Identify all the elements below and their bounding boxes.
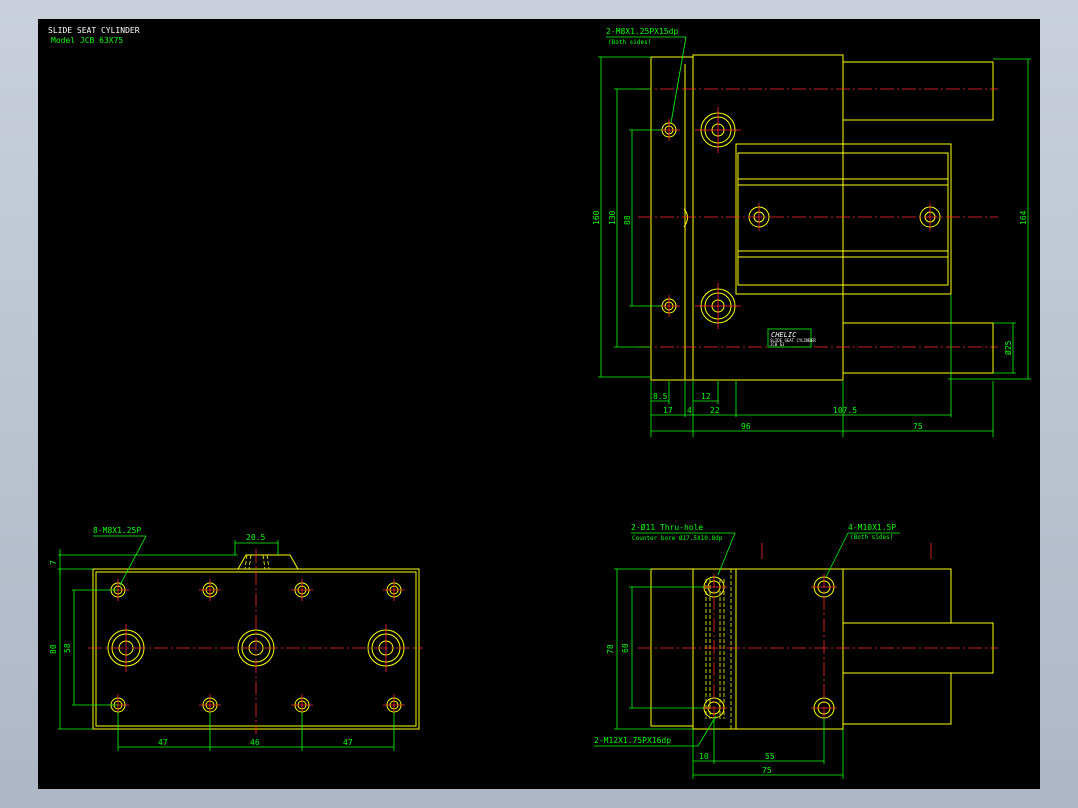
side-end-plate <box>650 568 694 727</box>
drawing-model: Model JCB 63X75 <box>51 36 123 45</box>
dim-12: 12 <box>701 392 711 401</box>
dim-75-side: 75 <box>762 766 772 775</box>
upper-rod <box>842 61 994 121</box>
dim-96: 96 <box>741 422 751 431</box>
dim-17: 17 <box>663 406 673 415</box>
dim-d25: Ø25 <box>1003 340 1013 355</box>
callout-m12: 2-M12X1.75PX16dp <box>594 736 671 745</box>
dim-47-left: 47 <box>158 738 168 747</box>
dim-80: 80 <box>49 644 58 654</box>
dim-130: 130 <box>608 210 617 225</box>
callout-both-sides: (Both sides) <box>608 39 651 46</box>
dim-8-5: 8.5 <box>653 392 668 401</box>
dim-60: 60 <box>621 643 630 653</box>
dim-107-5: 107.5 <box>833 406 857 415</box>
dim-47-right: 47 <box>343 738 353 747</box>
cad-drawing: SLIDE SEAT CYLINDER Model JCB 63X75 CHEL… <box>48 26 1031 779</box>
dim-55: 55 <box>765 752 775 761</box>
side-view: 78 60 10 55 75 2-Ø11 Thru-hole Counter b… <box>594 522 998 779</box>
callout-m10: 4-M10X1.5P <box>848 523 896 532</box>
dim-75-top: 75 <box>913 422 923 431</box>
dim-10: 10 <box>699 752 709 761</box>
dim-78: 78 <box>606 644 615 654</box>
callout-m8-15dp: 2-M8X1.25PX15dp <box>606 27 678 36</box>
end-plate <box>650 56 694 381</box>
callout-counter-bore: Counter bore Ø17.5X10.8dp <box>632 535 723 542</box>
dim-164: 164 <box>1019 210 1028 225</box>
callout-thru-hole: 2-Ø11 Thru-hole <box>631 522 703 532</box>
drawing-title: SLIDE SEAT CYLINDER <box>48 26 140 35</box>
drawing-canvas: SLIDE SEAT CYLINDER Model JCB 63X75 CHEL… <box>38 19 1040 789</box>
dim-7: 7 <box>49 560 58 565</box>
dim-20-5: 20.5 <box>246 533 265 542</box>
lower-rod <box>842 322 994 374</box>
front-view: 20.5 7 80 58 47 46 47 8-M8X1.25P <box>49 526 423 751</box>
dim-58: 58 <box>63 643 72 653</box>
dim-160: 160 <box>592 210 601 225</box>
dim-88: 88 <box>623 215 632 225</box>
top-view: CHELIC SLIDE SEAT CYLINDER JCB 63 160 13… <box>592 27 1031 437</box>
callout-m10-both-sides: (Both sides) <box>850 534 893 541</box>
callout-8-m8: 8-M8X1.25P <box>93 526 141 535</box>
plate-line-2: JCB 63 <box>770 342 785 347</box>
dim-22: 22 <box>710 406 720 415</box>
dim-46: 46 <box>250 738 260 747</box>
dim-4: 4 <box>687 406 692 415</box>
